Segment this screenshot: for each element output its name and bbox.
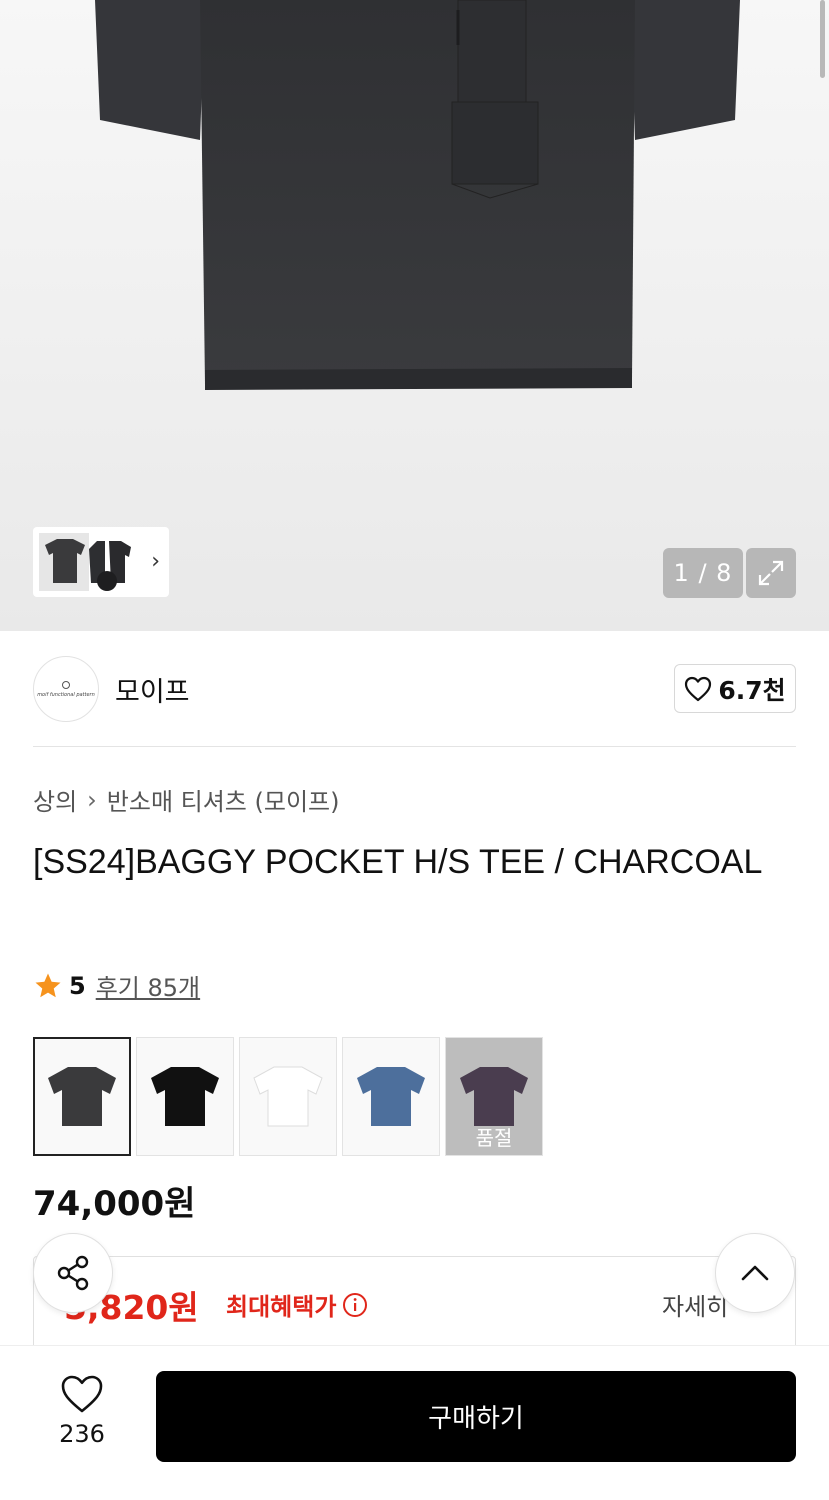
heart-icon [61, 1375, 103, 1413]
color-option-blue[interactable] [342, 1037, 440, 1156]
tee-thumbnail [253, 1066, 323, 1126]
info-icon[interactable] [342, 1292, 368, 1318]
divider [33, 746, 796, 747]
tee-thumbnail [151, 1066, 219, 1126]
color-option-charcoal[interactable] [33, 1037, 131, 1156]
brand-like-count: 6.7천 [718, 675, 786, 705]
color-option-white[interactable] [239, 1037, 337, 1156]
chevron-right-icon: › [87, 785, 97, 814]
expand-icon[interactable] [746, 548, 796, 598]
thumbnail-images[interactable] [37, 531, 141, 593]
rating-score: 5 [69, 971, 86, 1000]
rating-summary: 5 후기 85개 [33, 968, 200, 1003]
scrollbar[interactable] [820, 0, 825, 78]
brand-like-button[interactable]: 6.7천 [674, 664, 796, 713]
color-option-black[interactable] [136, 1037, 234, 1156]
image-counter: 1 / 8 [663, 548, 743, 598]
wishlist-count: 236 [59, 1420, 105, 1448]
thumbnail-strip[interactable]: › [33, 527, 169, 597]
breadcrumb: 상의 › 반소매 티셔츠 (모이프) [33, 782, 340, 817]
max-benefit-box[interactable]: 5,820원 최대혜택가 자세히 [33, 1256, 796, 1356]
brand-name[interactable]: 모이프 [115, 670, 190, 709]
max-benefit-label-text: 최대혜택가 [226, 1293, 337, 1321]
star-icon [35, 973, 61, 997]
brand-logo[interactable]: moif functional pattern [33, 656, 99, 722]
color-options: 품절 [33, 1037, 543, 1156]
chevron-up-icon [741, 1265, 769, 1281]
reviews-link[interactable]: 후기 85개 [96, 968, 200, 1003]
heart-icon [685, 676, 712, 701]
logo-mark-icon [62, 680, 70, 689]
share-button[interactable] [33, 1233, 113, 1313]
tee-thumbnail [357, 1066, 425, 1126]
chevron-right-icon[interactable]: › [151, 549, 160, 574]
benefit-detail-link[interactable]: 자세히 [662, 1287, 728, 1322]
product-image-gallery[interactable]: › 1 / 8 [0, 0, 829, 631]
tee-thumbnail [460, 1066, 528, 1126]
breadcrumb-category[interactable]: 상의 [33, 782, 77, 817]
product-price: 74,000원 [33, 1184, 196, 1224]
max-benefit-label: 최대혜택가 [226, 1287, 368, 1322]
wishlist-button[interactable]: 236 [42, 1374, 122, 1448]
breadcrumb-subcategory[interactable]: 반소매 티셔츠 (모이프) [107, 782, 340, 817]
buy-button[interactable]: 구매하기 [156, 1371, 796, 1462]
product-title: [SS24]BAGGY POCKET H/S TEE / CHARCOAL [33, 843, 763, 881]
tee-thumbnail [48, 1066, 116, 1126]
color-option-purple[interactable]: 품절 [445, 1037, 543, 1156]
share-icon [57, 1255, 89, 1291]
soldout-label: 품절 [475, 1126, 513, 1150]
logo-text: moif functional pattern [37, 691, 95, 698]
scroll-top-button[interactable] [715, 1233, 795, 1313]
